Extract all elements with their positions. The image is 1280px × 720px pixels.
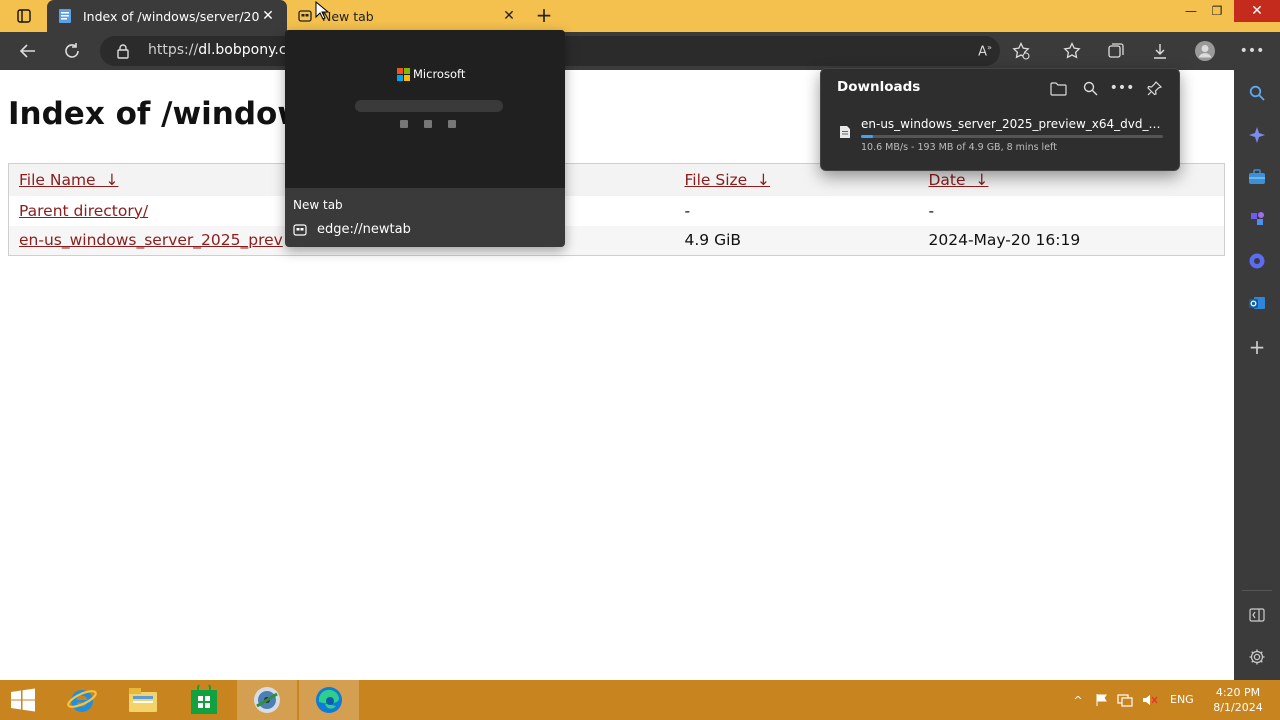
input-language[interactable]: ENG: [1170, 693, 1194, 706]
sort-by-size-link[interactable]: File Size ↓: [685, 171, 771, 189]
sort-arrow-icon: ↓: [757, 170, 771, 189]
lock-icon[interactable]: [116, 43, 130, 59]
search-downloads-icon[interactable]: [1079, 77, 1101, 99]
settings-gear-icon[interactable]: [1246, 646, 1268, 668]
sort-arrow-icon: ↓: [975, 170, 989, 189]
windows-start-icon[interactable]: [8, 688, 38, 712]
url-scheme: https://: [148, 42, 199, 58]
read-aloud-icon[interactable]: A»: [974, 40, 996, 62]
network-icon[interactable]: [1117, 692, 1133, 708]
action-center-flag-icon[interactable]: [1093, 692, 1109, 708]
file-icon: [840, 126, 850, 138]
table-row: Parent directory/ - -: [9, 196, 1225, 226]
sidebar-divider: [1242, 590, 1272, 591]
page-document-icon: [59, 9, 71, 23]
download-item[interactable]: en-us_windows_server_2025_preview_x64_dv…: [829, 111, 1173, 161]
download-filename: en-us_windows_server_2025_preview_x64_dv…: [861, 117, 1167, 131]
page-title: Index of /windows: [8, 96, 325, 132]
microsoft-logo-icon: [397, 67, 410, 81]
clock-time: 4:20 PM: [1215, 686, 1261, 699]
favorites-icon[interactable]: [1061, 40, 1083, 62]
file-size-cell: -: [684, 201, 691, 220]
parent-directory-link[interactable]: Parent directory/: [19, 202, 148, 220]
open-folder-icon[interactable]: [1047, 77, 1069, 99]
store-taskbar-icon[interactable]: [174, 680, 234, 720]
new-tab-button[interactable]: +: [534, 5, 554, 25]
thumbnail-tile: [400, 120, 408, 128]
new-tab-thumbnail: Microsoft: [285, 30, 565, 188]
column-label: Date: [928, 170, 966, 189]
browser-toolbar: https://dl.bobpony.co A» •••: [0, 32, 1280, 70]
tab-close-icon[interactable]: ✕: [259, 7, 277, 25]
download-progress-fill: [861, 135, 874, 138]
close-window-button[interactable]: ✕: [1234, 0, 1280, 22]
refresh-icon[interactable]: [61, 40, 83, 62]
sort-arrow-icon: ↓: [105, 170, 119, 189]
add-sidebar-app-icon[interactable]: +: [1246, 335, 1268, 359]
discover-sparkle-icon[interactable]: [1246, 124, 1268, 146]
tab-close-icon[interactable]: ✕: [500, 7, 518, 25]
file-date-cell: 2024-May-20 16:19: [928, 231, 1081, 250]
edge-sidebar: +: [1234, 70, 1280, 680]
downloads-icon[interactable]: [1149, 40, 1171, 62]
search-icon[interactable]: [1246, 82, 1268, 104]
games-icon[interactable]: [1246, 208, 1268, 230]
tab-hover-preview[interactable]: Microsoft New tab edge://newtab: [285, 30, 565, 247]
tools-briefcase-icon[interactable]: [1246, 166, 1268, 188]
edge-taskbar-icon[interactable]: [299, 680, 359, 720]
tab-title: Index of /windows/server/2025/: [83, 8, 259, 24]
back-arrow-icon[interactable]: [17, 40, 39, 62]
file-listing-table: File Name ↓ File Size ↓ Date ↓ Parent di…: [8, 163, 1225, 256]
title-bar: Index of /windows/server/2025/ ✕ New tab…: [0, 0, 1280, 32]
preview-url: edge://newtab: [317, 222, 411, 237]
download-progress-bar: [861, 135, 1163, 138]
thumbnail-tile: [424, 120, 432, 128]
tab-index-of-windows-server[interactable]: Index of /windows/server/2025/ ✕: [47, 0, 287, 32]
sort-by-name-link[interactable]: File Name ↓: [19, 171, 118, 189]
table-row: en-us_windows_server_2025_prev 4.9 GiB 2…: [8, 225, 1225, 256]
taskbar: ^ ENG 4:20 PM 8/1/2024: [0, 680, 1280, 720]
column-label: File Name: [19, 170, 96, 189]
url-text[interactable]: https://dl.bobpony.co: [148, 42, 295, 58]
preview-title: New tab: [293, 198, 343, 212]
profile-avatar-icon[interactable]: [1194, 40, 1216, 62]
iso-file-link[interactable]: en-us_windows_server_2025_prev: [19, 231, 283, 249]
sort-by-date-link[interactable]: Date ↓: [929, 171, 989, 189]
collections-icon[interactable]: [1105, 40, 1127, 62]
new-tab-page-icon: [298, 10, 312, 22]
new-tab-page-icon: [293, 223, 307, 236]
restore-button[interactable]: ❐: [1202, 0, 1232, 22]
file-date-cell: -: [928, 201, 935, 220]
mouse-cursor-icon: [315, 1, 329, 20]
thumbnail-tile: [448, 120, 456, 128]
internet-explorer-taskbar-icon[interactable]: [52, 680, 112, 720]
downloads-flyout: Downloads ••• en-us_windows_server_2025_…: [820, 68, 1180, 171]
copilot-icon[interactable]: [1246, 250, 1268, 272]
system-clock[interactable]: 4:20 PM 8/1/2024: [1208, 685, 1268, 715]
microsoft-logo: Microsoft: [397, 67, 465, 81]
thumbnail-search-box: [355, 100, 503, 112]
microsoft-logo-text: Microsoft: [413, 67, 466, 81]
file-explorer-taskbar-icon[interactable]: [113, 680, 173, 720]
outlook-icon[interactable]: [1246, 292, 1268, 314]
column-label: File Size: [684, 170, 748, 189]
hide-sidebar-icon[interactable]: [1246, 604, 1268, 626]
tab-title: New tab: [322, 8, 374, 24]
media-creation-taskbar-icon[interactable]: [237, 680, 297, 720]
tab-actions-icon[interactable]: [14, 6, 34, 26]
volume-muted-icon[interactable]: [1142, 692, 1158, 708]
more-menu-icon[interactable]: •••: [1240, 40, 1265, 62]
file-size-cell: 4.9 GiB: [684, 231, 742, 250]
preview-url-row: edge://newtab: [293, 222, 411, 237]
download-status: 10.6 MB/s - 193 MB of 4.9 GB, 8 mins lef…: [861, 142, 1057, 153]
pin-icon[interactable]: [1143, 77, 1165, 99]
add-favorite-icon[interactable]: [1010, 40, 1032, 62]
show-hidden-icons-chevron-icon[interactable]: ^: [1070, 692, 1086, 708]
downloads-title: Downloads: [837, 79, 921, 95]
url-host: dl.bobpony.co: [198, 42, 296, 58]
more-options-icon[interactable]: •••: [1110, 77, 1135, 99]
clock-date: 8/1/2024: [1213, 701, 1263, 714]
